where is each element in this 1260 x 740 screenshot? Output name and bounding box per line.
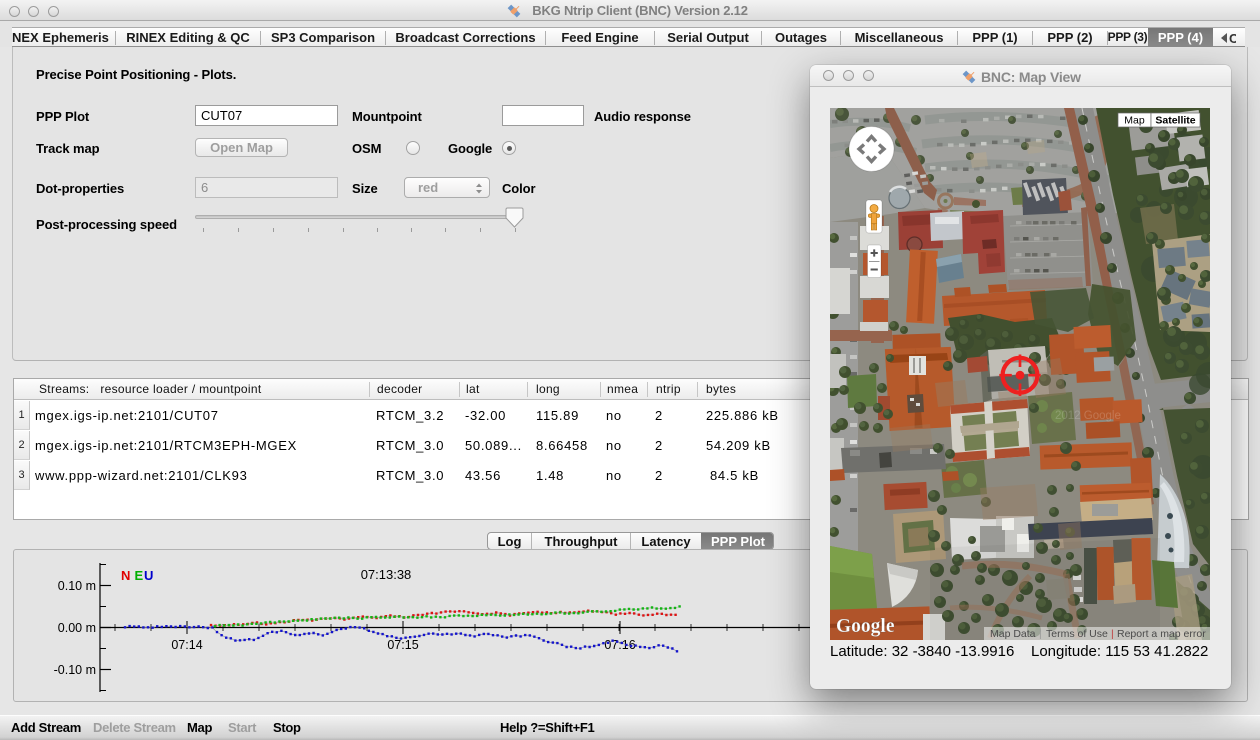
svg-text:Report a map error: Report a map error [1117,628,1206,640]
svg-text:07:15: 07:15 [387,638,418,652]
svg-text:0.00 m: 0.00 m [58,621,96,635]
svg-text:07:13:38: 07:13:38 [361,567,412,582]
svg-text:|: | [1039,628,1042,640]
svg-text:Satellite: Satellite [1155,115,1195,127]
svg-text:Map Data: Map Data [990,628,1036,640]
svg-text:-0.10 m: -0.10 m [54,663,96,677]
svg-text:Map: Map [1124,115,1145,127]
svg-text:N: N [121,568,130,583]
svg-text:2012 Google: 2012 Google [1055,410,1121,422]
svg-text:C: C [1229,31,1236,46]
svg-text:Google: Google [836,616,895,637]
svg-text:E: E [135,568,144,583]
svg-text:|: | [1111,628,1114,640]
svg-text:Terms of Use: Terms of Use [1046,628,1108,640]
svg-text:U: U [144,568,153,583]
svg-text:0.10 m: 0.10 m [58,579,96,593]
svg-text:07:14: 07:14 [171,638,202,652]
